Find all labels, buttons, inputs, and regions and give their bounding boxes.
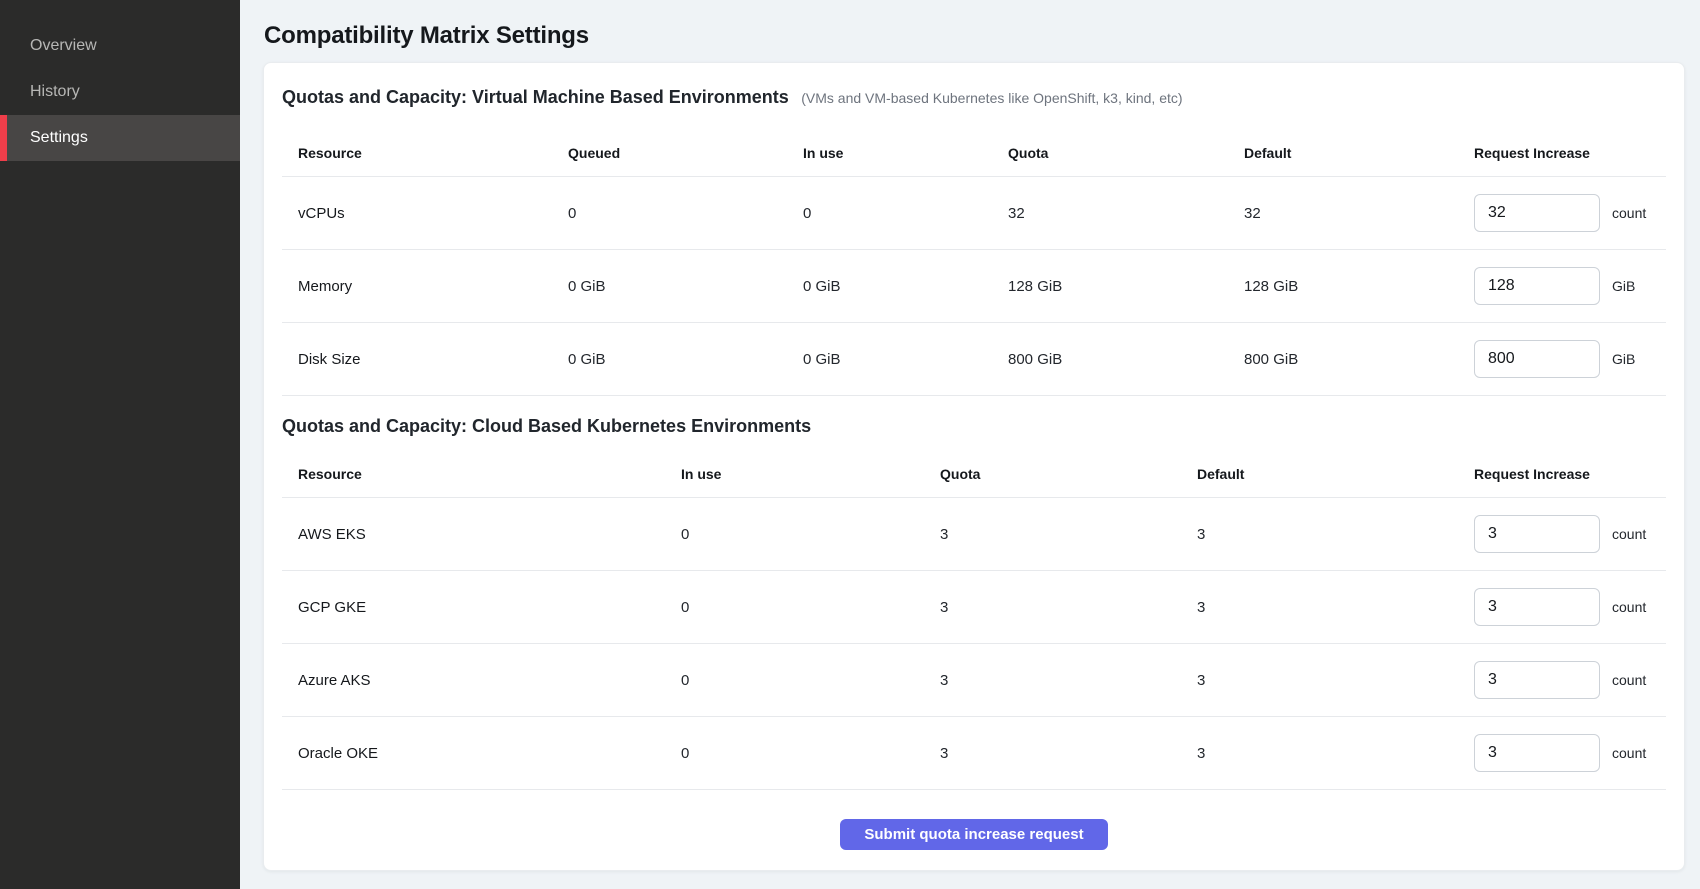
default-value: 3 [1181, 571, 1458, 643]
request-increase-cell: GiB [1458, 323, 1668, 395]
unit-label: count [1612, 672, 1646, 688]
request-increase-cell: count [1458, 717, 1668, 789]
queued-value: 0 GiB [552, 250, 787, 322]
disk-size-request-input[interactable] [1474, 340, 1600, 378]
column-header-default: Default [1228, 129, 1458, 176]
column-header-request-increase: Request Increase [1458, 129, 1668, 176]
unit-label: count [1612, 745, 1646, 761]
in-use-value: 0 [787, 177, 992, 249]
column-header-quota: Quota [924, 450, 1181, 497]
column-header-default: Default [1181, 450, 1458, 497]
vm-section-title: Quotas and Capacity: Virtual Machine Bas… [282, 87, 789, 107]
request-increase-cell: count [1458, 177, 1668, 249]
in-use-value: 0 [665, 498, 924, 570]
column-header-resource: Resource [282, 450, 665, 497]
vm-table-header: Resource Queued In use Quota Default Req… [282, 129, 1666, 177]
request-increase-cell: count [1458, 644, 1668, 716]
table-row-gcp-gke: GCP GKE 0 3 3 count [282, 571, 1666, 644]
quota-value: 128 GiB [992, 250, 1228, 322]
sidebar-item-overview[interactable]: Overview [0, 23, 240, 69]
gcp-gke-request-input[interactable] [1474, 588, 1600, 626]
aws-eks-request-input[interactable] [1474, 515, 1600, 553]
sidebar: Overview History Settings [0, 0, 240, 889]
footer-area: Submit quota increase request [282, 790, 1666, 870]
sidebar-item-history[interactable]: History [0, 69, 240, 115]
request-increase-cell: count [1458, 498, 1668, 570]
table-row-aws-eks: AWS EKS 0 3 3 count [282, 498, 1666, 571]
main-content: Compatibility Matrix Settings Quotas and… [240, 0, 1700, 889]
vm-section-subtitle: (VMs and VM-based Kubernetes like OpenSh… [801, 90, 1182, 106]
resource-name: Oracle OKE [282, 717, 665, 789]
unit-label: GiB [1612, 278, 1635, 294]
default-value: 3 [1181, 498, 1458, 570]
table-row-azure-aks: Azure AKS 0 3 3 count [282, 644, 1666, 717]
oracle-oke-request-input[interactable] [1474, 734, 1600, 772]
unit-label: count [1612, 599, 1646, 615]
quota-value: 3 [924, 644, 1181, 716]
column-header-resource: Resource [282, 129, 552, 176]
column-header-request-increase: Request Increase [1458, 450, 1668, 497]
queued-value: 0 GiB [552, 323, 787, 395]
request-increase-cell: count [1458, 571, 1668, 643]
settings-card: Quotas and Capacity: Virtual Machine Bas… [263, 62, 1685, 871]
memory-request-input[interactable] [1474, 267, 1600, 305]
resource-name: Memory [282, 250, 552, 322]
column-header-in-use: In use [787, 129, 992, 176]
table-row-disk-size: Disk Size 0 GiB 0 GiB 800 GiB 800 GiB Gi… [282, 323, 1666, 396]
table-row-oracle-oke: Oracle OKE 0 3 3 count [282, 717, 1666, 790]
in-use-value: 0 GiB [787, 323, 992, 395]
in-use-value: 0 GiB [787, 250, 992, 322]
column-header-quota: Quota [992, 129, 1228, 176]
unit-label: count [1612, 526, 1646, 542]
azure-aks-request-input[interactable] [1474, 661, 1600, 699]
queued-value: 0 [552, 177, 787, 249]
in-use-value: 0 [665, 644, 924, 716]
default-value: 128 GiB [1228, 250, 1458, 322]
sidebar-item-settings[interactable]: Settings [0, 115, 240, 161]
in-use-value: 0 [665, 571, 924, 643]
page-title: Compatibility Matrix Settings [264, 21, 1700, 50]
quota-value: 3 [924, 498, 1181, 570]
submit-quota-increase-button[interactable]: Submit quota increase request [840, 819, 1107, 850]
quota-value: 800 GiB [992, 323, 1228, 395]
resource-name: Azure AKS [282, 644, 665, 716]
column-header-queued: Queued [552, 129, 787, 176]
quota-value: 3 [924, 717, 1181, 789]
cloud-table-header: Resource In use Quota Default Request In… [282, 450, 1666, 498]
quota-value: 32 [992, 177, 1228, 249]
resource-name: AWS EKS [282, 498, 665, 570]
table-row-vcpus: vCPUs 0 0 32 32 count [282, 177, 1666, 250]
default-value: 3 [1181, 644, 1458, 716]
in-use-value: 0 [665, 717, 924, 789]
unit-label: GiB [1612, 351, 1635, 367]
vcpus-request-input[interactable] [1474, 194, 1600, 232]
default-value: 800 GiB [1228, 323, 1458, 395]
column-header-in-use: In use [665, 450, 924, 497]
table-row-memory: Memory 0 GiB 0 GiB 128 GiB 128 GiB GiB [282, 250, 1666, 323]
cloud-section-heading: Quotas and Capacity: Cloud Based Kuberne… [282, 396, 1666, 438]
vm-section-heading: Quotas and Capacity: Virtual Machine Bas… [282, 63, 1666, 109]
cloud-section-title: Quotas and Capacity: Cloud Based Kuberne… [282, 416, 811, 436]
default-value: 3 [1181, 717, 1458, 789]
resource-name: Disk Size [282, 323, 552, 395]
default-value: 32 [1228, 177, 1458, 249]
resource-name: vCPUs [282, 177, 552, 249]
unit-label: count [1612, 205, 1646, 221]
resource-name: GCP GKE [282, 571, 665, 643]
request-increase-cell: GiB [1458, 250, 1668, 322]
quota-value: 3 [924, 571, 1181, 643]
